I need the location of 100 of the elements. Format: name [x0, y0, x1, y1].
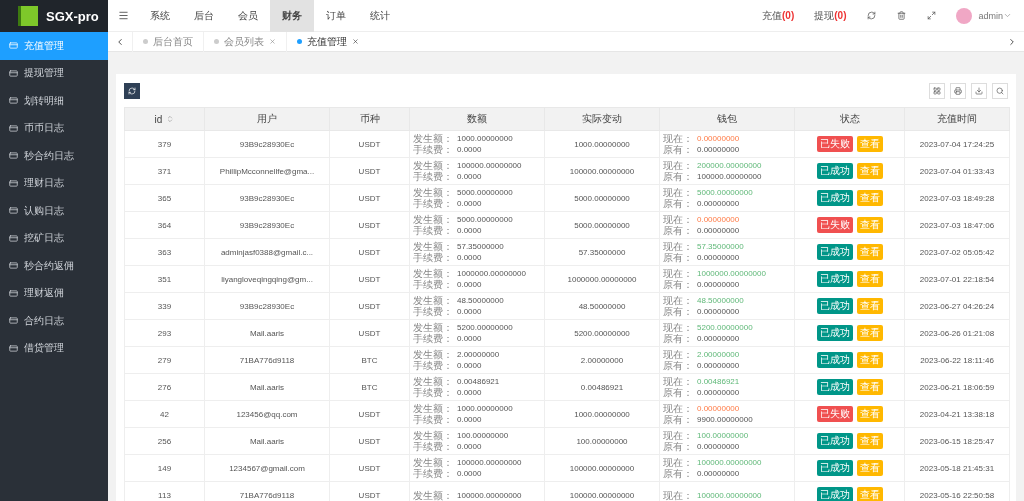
- wallet-before-value: 9900.00000000: [697, 414, 753, 425]
- refresh-button[interactable]: [124, 83, 140, 99]
- page-tab[interactable]: 会员列表: [203, 31, 286, 52]
- card-icon: [9, 178, 18, 188]
- wallet-before-value: 0.00000000: [697, 252, 741, 263]
- table-cell: 279: [124, 346, 205, 374]
- field-label: 发生额：: [413, 187, 453, 198]
- fee-value: 0.0000: [457, 198, 483, 209]
- sidebar-item[interactable]: 提现管理: [0, 59, 108, 87]
- status-button[interactable]: 已成功: [816, 244, 853, 260]
- table-cell: adminjasf0388@gmail.c...: [204, 238, 330, 266]
- status-button[interactable]: 已成功: [816, 460, 853, 476]
- table-cell: 57.35000000: [544, 238, 660, 266]
- sidebar-item[interactable]: 合约日志: [0, 307, 108, 335]
- fee-value: 0.0000: [457, 279, 483, 290]
- fee-value: 0.0000: [457, 225, 483, 236]
- sidebar-item[interactable]: 理财日志: [0, 169, 108, 197]
- amount-value: 1000.00000000: [457, 133, 513, 144]
- sidebar-item[interactable]: 币币日志: [0, 114, 108, 142]
- nav-tab[interactable]: 系统: [138, 0, 182, 32]
- column-header: 状态: [839, 112, 860, 126]
- field-label: 现在：: [663, 295, 693, 306]
- nav-tab[interactable]: 会员: [226, 0, 270, 32]
- columns-button[interactable]: [929, 83, 945, 99]
- sidebar-label: 理财返佣: [24, 286, 64, 301]
- sort-icon[interactable]: [166, 115, 175, 123]
- table-cell: 1234567@gmail.com: [204, 454, 330, 482]
- table-cell: 256: [124, 427, 205, 455]
- card-icon: [9, 96, 18, 106]
- sidebar-item[interactable]: 秒合约返佣: [0, 252, 108, 280]
- wallet-now-value: 1000000.00000000: [697, 268, 766, 279]
- nav-tab[interactable]: 订单: [314, 0, 358, 32]
- sidebar-label: 划转明细: [24, 93, 64, 108]
- table-cell: 2023-07-02 05:05:42: [904, 238, 1010, 266]
- sidebar-item[interactable]: 充值管理: [0, 32, 108, 60]
- export-button[interactable]: [971, 83, 987, 99]
- table-cell: 364: [124, 211, 205, 239]
- print-button[interactable]: [950, 83, 966, 99]
- wallet-now-value: 5200.00000000: [697, 322, 753, 333]
- nav-tab[interactable]: 统计: [358, 0, 402, 32]
- field-label: 发生额：: [413, 295, 453, 306]
- table-cell: 339: [124, 292, 205, 320]
- wallet-now-value: 0.00000000: [697, 214, 740, 225]
- wallet-before-value: 0.00000000: [697, 198, 741, 209]
- sidebar-item[interactable]: 借贷管理: [0, 334, 108, 362]
- table-cell: 1000.00000000: [544, 400, 660, 428]
- field-label: 原有：: [663, 306, 693, 317]
- top-link[interactable]: 充值(0): [752, 8, 805, 23]
- sidebar-item[interactable]: 认购日志: [0, 197, 108, 225]
- avatar-icon[interactable]: [956, 7, 973, 24]
- status-button[interactable]: 已成功: [816, 325, 853, 341]
- sidebar-label: 秒合约返佣: [24, 258, 74, 273]
- top-link[interactable]: 提现(0): [804, 8, 857, 23]
- amount-value: 48.50000000: [457, 295, 504, 306]
- field-label: 手续费：: [413, 279, 453, 290]
- field-label: 发生额：: [413, 376, 453, 387]
- card-icon: [9, 261, 18, 271]
- fee-value: 0.0000: [457, 360, 483, 371]
- status-button[interactable]: 已失败: [816, 217, 853, 233]
- field-label: 手续费：: [413, 333, 453, 344]
- wallet-now-value: 48.50000000: [697, 295, 744, 306]
- status-button[interactable]: 已成功: [816, 163, 853, 179]
- status-button[interactable]: 已成功: [816, 298, 853, 314]
- status-button[interactable]: 已失败: [816, 136, 853, 152]
- status-button[interactable]: 已成功: [816, 190, 853, 206]
- field-label: 现在：: [663, 489, 693, 501]
- close-icon[interactable]: [352, 38, 359, 45]
- sidebar-item[interactable]: 划转明细: [0, 87, 108, 115]
- column-header[interactable]: id: [154, 113, 163, 125]
- page-tab[interactable]: 充值管理: [286, 31, 369, 52]
- status-button[interactable]: 已成功: [816, 433, 853, 449]
- table-cell: 100000.00000000: [544, 454, 660, 482]
- close-icon[interactable]: [269, 38, 276, 45]
- field-label: 手续费：: [413, 414, 453, 425]
- user-name[interactable]: admin: [978, 10, 1003, 21]
- field-label: 原有：: [663, 414, 693, 425]
- nav-tab[interactable]: 财务: [270, 0, 314, 32]
- field-label: 手续费：: [413, 360, 453, 371]
- table-cell: 93B9c28930Ec: [204, 130, 330, 158]
- table-cell: USDT: [329, 238, 410, 266]
- wallet-now-value: 0.00486921: [697, 376, 740, 387]
- sidebar-item[interactable]: 挖矿日志: [0, 224, 108, 252]
- wallet-now-value: 5000.00000000: [697, 187, 753, 198]
- sidebar-item[interactable]: 理财返佣: [0, 279, 108, 307]
- sidebar-label: 合约日志: [24, 313, 64, 328]
- search-button[interactable]: [992, 83, 1008, 99]
- card-icon: [9, 206, 18, 216]
- page-tab[interactable]: 后台首页: [132, 31, 203, 52]
- status-button[interactable]: 已成功: [816, 271, 853, 287]
- status-button[interactable]: 已成功: [816, 487, 853, 501]
- status-button[interactable]: 已成功: [816, 379, 853, 395]
- caret-icon[interactable]: [1003, 11, 1012, 20]
- field-label: 手续费：: [413, 252, 453, 263]
- field-label: 手续费：: [413, 171, 453, 182]
- status-button[interactable]: 已成功: [816, 352, 853, 368]
- status-button[interactable]: 已失败: [816, 406, 853, 422]
- nav-tab[interactable]: 后台: [182, 0, 226, 32]
- sidebar-item[interactable]: 秒合约日志: [0, 142, 108, 170]
- wallet-before-value: 0.00000000: [697, 387, 740, 398]
- table-cell: 351: [124, 265, 205, 293]
